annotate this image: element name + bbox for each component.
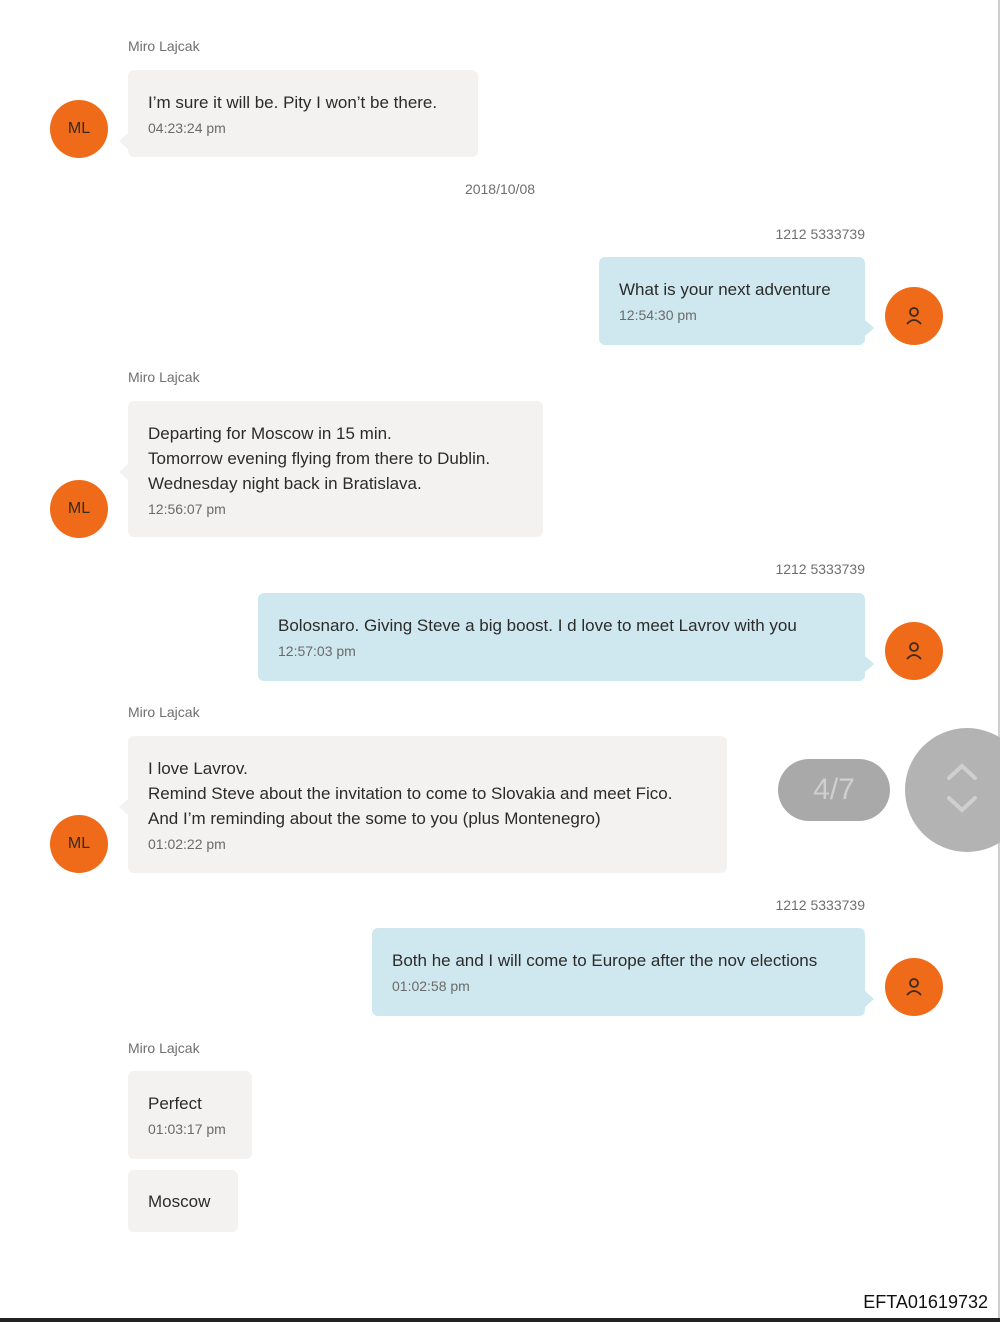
avatar[interactable]: ML bbox=[50, 480, 108, 538]
avatar[interactable]: ML bbox=[50, 815, 108, 873]
message-bubble-outgoing[interactable]: What is your next adventure 12:54:30 pm bbox=[599, 257, 874, 345]
person-icon bbox=[906, 307, 922, 325]
message-text: Moscow bbox=[148, 1192, 211, 1211]
date-separator: 2018/10/08 bbox=[464, 181, 536, 197]
message-bubble-incoming[interactable]: I’m sure it will be. Pity I won’t be the… bbox=[119, 70, 478, 157]
message-text: Departing for Moscow in 15 min. Tomorrow… bbox=[148, 424, 491, 493]
message-time: 12:56:07 pm bbox=[148, 501, 226, 517]
message-bubble-outgoing[interactable]: Bolosnaro. Giving Steve a big boost. I d… bbox=[258, 593, 874, 681]
sender-number: 1212 5333739 bbox=[775, 226, 865, 242]
sender-name: Miro Lajcak bbox=[128, 38, 200, 54]
message-text: I’m sure it will be. Pity I won’t be the… bbox=[148, 93, 438, 112]
avatar[interactable]: ML bbox=[50, 100, 108, 158]
sender-number: 1212 5333739 bbox=[775, 561, 865, 577]
message-text: What is your next adventure bbox=[619, 280, 831, 299]
message-time: 04:23:24 pm bbox=[148, 120, 226, 136]
page-bottom-edge bbox=[0, 1318, 1000, 1322]
message-bubble-outgoing[interactable]: Both he and I will come to Europe after … bbox=[372, 928, 874, 1016]
message-text: Both he and I will come to Europe after … bbox=[392, 951, 818, 970]
message-time: 12:54:30 pm bbox=[619, 307, 697, 323]
person-icon bbox=[906, 642, 922, 660]
message-text: Perfect bbox=[148, 1094, 202, 1113]
person-icon bbox=[906, 978, 922, 996]
message-bubble-incoming[interactable]: Perfect 01:03:17 pm bbox=[128, 1071, 252, 1159]
message-bubble-incoming[interactable]: Moscow bbox=[128, 1170, 238, 1232]
sender-name: Miro Lajcak bbox=[128, 704, 200, 720]
page-indicator[interactable]: 4/7 bbox=[778, 759, 890, 821]
avatar[interactable] bbox=[885, 958, 943, 1016]
message-text: Bolosnaro. Giving Steve a big boost. I d… bbox=[278, 616, 797, 635]
sender-name: Miro Lajcak bbox=[128, 1040, 200, 1056]
message-text: I love Lavrov. Remind Steve about the in… bbox=[148, 759, 673, 828]
message-time: 01:02:58 pm bbox=[392, 978, 470, 994]
document-id: EFTA01619732 bbox=[863, 1292, 988, 1312]
sender-number: 1212 5333739 bbox=[775, 897, 865, 913]
chevron-up-down-icon bbox=[947, 763, 977, 813]
message-bubble-incoming[interactable]: Departing for Moscow in 15 min. Tomorrow… bbox=[119, 401, 543, 537]
sender-name: Miro Lajcak bbox=[128, 369, 200, 385]
avatar[interactable] bbox=[885, 287, 943, 345]
avatar[interactable] bbox=[885, 622, 943, 680]
message-time: 01:03:17 pm bbox=[148, 1121, 226, 1137]
message-time: 12:57:03 pm bbox=[278, 643, 356, 659]
message-time: 01:02:22 pm bbox=[148, 836, 226, 852]
scroll-control[interactable] bbox=[905, 728, 1000, 852]
message-bubble-incoming[interactable]: I love Lavrov. Remind Steve about the in… bbox=[119, 736, 727, 873]
